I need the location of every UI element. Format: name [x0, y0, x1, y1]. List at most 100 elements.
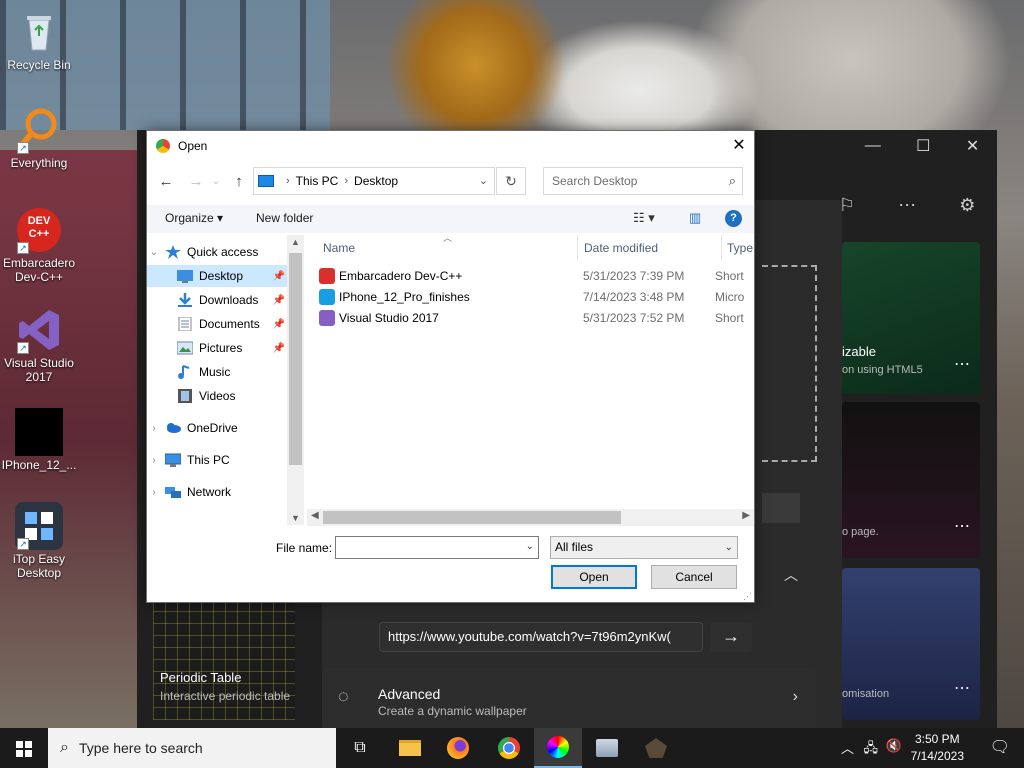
go-arrow-button[interactable]: → [710, 622, 752, 652]
clock[interactable]: 3:50 PM 7/14/2023 [911, 731, 964, 765]
taskbar-firefox[interactable] [434, 728, 482, 768]
open-button[interactable]: Open [551, 565, 637, 589]
expand-chevron-icon[interactable]: › [147, 423, 161, 434]
file-date: 5/31/2023 7:39 PM [583, 268, 685, 283]
help-icon[interactable]: ? [725, 210, 742, 227]
wallpaper-tile-3[interactable]: omisation ⋯ [842, 568, 980, 720]
advanced-settings-card[interactable]: ◌ Advanced Create a dynamic wallpaper › [322, 668, 816, 728]
back-arrow-icon[interactable]: ← [155, 171, 177, 193]
resize-grip-icon[interactable]: ⋰ [743, 591, 752, 602]
more-options-icon[interactable]: ⋯ [954, 516, 970, 536]
new-folder-button[interactable]: New folder [256, 211, 313, 225]
cancel-button[interactable]: Cancel [651, 565, 737, 589]
column-header-name[interactable]: Name [323, 241, 355, 255]
nav-item-desktop[interactable]: Desktop 📌 [147, 265, 287, 287]
desktop-icon-iphone-video[interactable]: IPhone_12_... [0, 408, 78, 472]
taskbar-unknown-app[interactable] [632, 728, 680, 768]
nav-pane-scrollbar[interactable]: ▲ ▼ [287, 235, 304, 525]
start-button[interactable] [0, 728, 48, 768]
clock-time: 3:50 PM [914, 732, 960, 746]
search-input[interactable]: Search Desktop ⌕ [543, 167, 743, 195]
file-row[interactable]: Visual Studio 2017 5/31/2023 7:52 PM Short [319, 307, 754, 328]
forward-arrow-icon[interactable]: → [185, 171, 207, 193]
file-name-label: File name: [276, 541, 333, 555]
more-options-icon[interactable]: ⋯ [954, 678, 970, 698]
chevron-down-icon[interactable]: ⌄ [526, 541, 534, 552]
taskbar-color-app[interactable] [534, 728, 582, 768]
collapse-chevron-icon[interactable]: ︿ [784, 565, 798, 585]
file-name-input[interactable]: ⌄ [335, 536, 539, 559]
preview-pane-icon[interactable]: ▥ [689, 210, 701, 226]
taskbar-search-box[interactable]: ⌕ Type here to search [48, 728, 336, 768]
taskbar-easy-desktop[interactable] [583, 728, 631, 768]
expand-chevron-icon[interactable]: › [147, 455, 161, 466]
scroll-down-icon[interactable]: ▼ [287, 513, 304, 523]
color-wheel-icon [547, 736, 569, 758]
nav-item-documents[interactable]: Documents 📌 [147, 313, 287, 335]
dropzone[interactable] [762, 265, 817, 462]
desktop-icon-visual-studio[interactable]: ↗ Visual Studio 2017 [0, 306, 78, 384]
file-list-horizontal-scrollbar[interactable]: ◀ ▶ [307, 509, 754, 526]
scroll-up-icon[interactable]: ▲ [287, 237, 304, 247]
task-view-icon: ⧉ [354, 739, 366, 756]
address-dropdown-icon[interactable]: ⌄ [479, 174, 488, 187]
wallpaper-tile-1[interactable]: izable on using HTML5 ⋯ [842, 242, 980, 394]
view-options-icon[interactable]: ☷ ▾ [633, 210, 655, 226]
nav-item-videos[interactable]: Videos [147, 385, 287, 407]
column-header-type[interactable]: Type [727, 241, 753, 255]
nav-item-network[interactable]: › Network [147, 481, 287, 503]
url-input[interactable]: https://www.youtube.com/watch?v=7t96m2yn… [379, 622, 703, 652]
dialog-close-button[interactable]: ✕ [724, 131, 754, 161]
more-icon[interactable]: ⋯ [898, 195, 916, 216]
wallpaper-tile-2[interactable]: o page. ⋯ [842, 402, 980, 558]
network-icon[interactable]: 🖧 [864, 739, 879, 761]
taskbar-file-explorer[interactable] [386, 728, 434, 768]
taskbar-search-placeholder: Type here to search [78, 740, 203, 756]
breadcrumb-desktop[interactable]: Desktop [354, 174, 398, 188]
pin-icon: 📌 [272, 270, 285, 282]
periodic-table-card[interactable]: Periodic Table Interactive periodic tabl… [153, 602, 295, 720]
scroll-right-icon[interactable]: ▶ [742, 510, 750, 521]
tile-subtitle: o page. [842, 526, 879, 538]
nav-item-onedrive[interactable]: › OneDrive [147, 417, 287, 439]
volume-muted-icon[interactable]: 🔇 [886, 738, 902, 754]
cloud-icon [165, 421, 181, 435]
column-header-date[interactable]: Date modified [584, 241, 658, 255]
more-options-icon[interactable]: ⋯ [954, 354, 970, 374]
desktop-icon-everything[interactable]: ↗ Everything [0, 106, 78, 170]
file-name: IPhone_12_Pro_finishes [339, 289, 470, 304]
tile-subtitle: on using HTML5 [842, 364, 923, 376]
scroll-left-icon[interactable]: ◀ [311, 510, 319, 521]
settings-gear-icon[interactable]: ⚙ [959, 195, 975, 216]
desktop-icon-recycle-bin[interactable]: Recycle Bin [0, 8, 78, 72]
nav-item-music[interactable]: Music [147, 361, 287, 383]
task-view-button[interactable]: ⧉ [336, 728, 384, 768]
file-row[interactable]: IPhone_12_Pro_finishes 7/14/2023 3:48 PM M… [319, 286, 754, 307]
notifications-icon[interactable]: 🗨 [990, 737, 1010, 757]
desktop-icon-devcpp[interactable]: DEV C++ ↗ Embarcadero Dev-C++ [0, 206, 78, 284]
scrollbar-thumb[interactable] [323, 511, 621, 524]
nav-item-downloads[interactable]: Downloads 📌 [147, 289, 287, 311]
expand-chevron-icon[interactable]: › [147, 487, 161, 498]
address-bar[interactable]: › This PC › Desktop ⌄ [253, 167, 495, 195]
up-arrow-icon[interactable]: ↑ [228, 171, 250, 193]
refresh-button[interactable]: ↻ [496, 167, 526, 195]
expand-chevron-icon[interactable]: ⌄ [147, 247, 161, 258]
scrollbar-thumb[interactable] [289, 253, 302, 465]
taskbar-chrome[interactable] [485, 728, 533, 768]
organize-button[interactable]: Organize ▾ [165, 211, 223, 225]
file-type-value: All files [555, 540, 594, 554]
file-row[interactable]: Embarcadero Dev-C++ 5/31/2023 7:39 PM Shor… [319, 265, 754, 286]
nav-item-quick-access[interactable]: ⌄ Quick access [147, 241, 287, 263]
nav-item-pictures[interactable]: Pictures 📌 [147, 337, 287, 359]
maximize-icon[interactable]: ☐ [916, 136, 930, 156]
show-hidden-icons-chevron-icon[interactable]: ︿ [841, 738, 854, 757]
file-name: Visual Studio 2017 [339, 310, 439, 325]
close-icon[interactable]: ✕ [966, 136, 979, 156]
minimize-icon[interactable]: — [865, 137, 881, 155]
nav-item-this-pc[interactable]: › This PC [147, 449, 287, 471]
file-type-select[interactable]: All files ⌄ [550, 536, 738, 559]
desktop-icon-itop[interactable]: ↗ iTop Easy Desktop [0, 502, 78, 580]
breadcrumb-this-pc[interactable]: This PC [296, 174, 339, 188]
recent-locations-chevron-icon[interactable]: ⌄ [205, 171, 227, 193]
